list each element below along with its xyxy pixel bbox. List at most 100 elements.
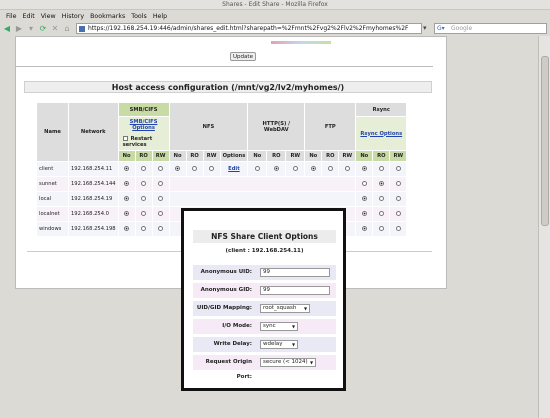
rsync-ro-radio[interactable] [378,196,384,201]
smb-rw-radio[interactable] [158,166,164,171]
menu-view[interactable]: View [41,13,56,20]
search-box[interactable]: G▾ Google [434,23,547,34]
smb-rw-radio[interactable] [158,181,164,186]
row-name: windows [36,221,69,237]
io-mode-select[interactable]: sync ▼ [260,322,298,331]
reload-icon[interactable]: ⟳ [38,24,48,34]
site-identity-icon[interactable] [79,26,85,32]
nfs-header: NFS [168,102,249,151]
rsync-ro-radio[interactable] [378,181,384,186]
smb-rw-radio[interactable] [158,211,164,216]
smb-no-radio[interactable] [124,211,130,216]
smb-no-radio[interactable] [124,196,130,201]
rsync-options-cell: Rsync Options [355,116,408,151]
scrollbar-thumb[interactable] [541,56,549,226]
ftp-ro-header: RO [321,150,340,162]
http-rw-radio[interactable] [292,166,298,171]
ftp-rw-header: RW [338,150,357,162]
smb-no-radio[interactable] [124,226,130,231]
ftp-no-radio[interactable] [310,166,316,171]
anon-uid-input[interactable]: 99 [260,268,330,277]
nfs-edit-link[interactable]: Edit [228,166,240,172]
nfs-no-header: No [168,150,187,162]
rsync-rw-radio[interactable] [395,226,401,231]
update-button[interactable]: Update [230,52,256,61]
write-delay-value: wdelay [263,341,283,347]
smb-ro-radio[interactable] [141,196,147,201]
origin-port-value: secure (< 1024) [263,359,308,365]
divider [15,66,433,67]
ftp-rw-radio[interactable] [344,166,350,171]
smb-ro-radio[interactable] [141,166,147,171]
smb-ro-radio[interactable] [141,211,147,216]
http-no-radio[interactable] [254,166,260,171]
rsync-no-radio[interactable] [361,211,367,216]
origin-port-row: Request Origin Port: secure (< 1024) ▼ [193,355,336,380]
menu-file[interactable]: File [6,13,17,20]
rsync-rw-radio[interactable] [395,211,401,216]
rsync-header: Rsync [355,102,408,117]
origin-port-select[interactable]: secure (< 1024) ▼ [260,358,316,367]
home-icon[interactable]: ⌂ [62,24,72,34]
rsync-rw-radio[interactable] [395,196,401,201]
ftp-header: FTP [304,102,357,151]
row-name: sunnet [36,176,69,192]
ftp-ro-radio[interactable] [327,166,333,171]
page-viewport: Update Host access configuration (/mnt/v… [0,36,550,418]
rsync-no-radio[interactable] [361,181,367,186]
nfs-rw-radio[interactable] [209,166,215,171]
vertical-scrollbar[interactable] [538,36,550,418]
smb-ro-radio[interactable] [141,181,147,186]
smb-rw-radio[interactable] [158,226,164,231]
col-name-header: Name [36,102,69,162]
chevron-down-icon: ▼ [292,342,296,347]
io-mode-label: I/O Mode: [222,323,252,329]
rsync-ro-radio[interactable] [378,166,384,171]
rsync-ro-radio[interactable] [378,211,384,216]
nfs-options-header: Options [219,150,249,162]
menu-edit[interactable]: Edit [23,13,35,20]
smb-ro-radio[interactable] [141,226,147,231]
nfs-no-radio[interactable] [175,166,181,171]
http-ro-radio[interactable] [273,166,279,171]
anon-gid-input[interactable]: 99 [260,286,330,295]
rsync-no-radio[interactable] [361,196,367,201]
smb-options-link[interactable]: SMB/CIFS Options [130,119,158,131]
rsync-ro-header: RO [372,150,391,162]
menu-bar: File Edit View History Bookmarks Tools H… [0,10,550,22]
write-delay-select[interactable]: wdelay ▼ [260,340,298,349]
rsync-rw-radio[interactable] [395,181,401,186]
history-dropdown-icon[interactable]: ▾ [26,24,36,34]
row-network: 192.168.254.198 [68,221,119,237]
colored-strip [271,41,331,44]
mapping-select[interactable]: root_squash ▼ [260,304,310,313]
menu-bookmarks[interactable]: Bookmarks [90,13,125,20]
io-mode-value: sync [263,323,276,329]
menu-history[interactable]: History [62,13,84,20]
menu-help[interactable]: Help [153,13,167,20]
row-name: local [36,191,69,207]
rsync-ro-radio[interactable] [378,226,384,231]
write-delay-label: Write Delay: [213,341,252,347]
rsync-options-link[interactable]: Rsync Options [360,131,402,137]
go-icon[interactable]: ▾ [423,24,431,33]
rsync-no-radio[interactable] [361,166,367,171]
rsync-no-radio[interactable] [361,226,367,231]
restart-services-checkbox[interactable] [122,136,128,141]
chevron-down-icon: ▼ [292,324,296,329]
smb-no-radio[interactable] [124,166,130,171]
rsync-rw-radio[interactable] [395,166,401,171]
search-engine-icon[interactable]: G▾ [437,25,447,32]
stop-icon[interactable]: ✕ [50,24,60,34]
rsync-rw-header: RW [389,150,408,162]
nfs-ro-radio[interactable] [192,166,198,171]
menu-tools[interactable]: Tools [131,13,147,20]
search-placeholder: Google [451,25,473,32]
back-icon[interactable]: ◀ [2,24,12,34]
url-bar[interactable]: https://192.168.254.19:446/admin/shares_… [76,23,422,34]
forward-icon[interactable]: ▶ [14,24,24,34]
table-row: sunnet 192.168.254.144 [36,176,408,192]
smb-rw-radio[interactable] [158,196,164,201]
smb-no-radio[interactable] [124,181,130,186]
smb-ro-header: RO [134,150,153,162]
